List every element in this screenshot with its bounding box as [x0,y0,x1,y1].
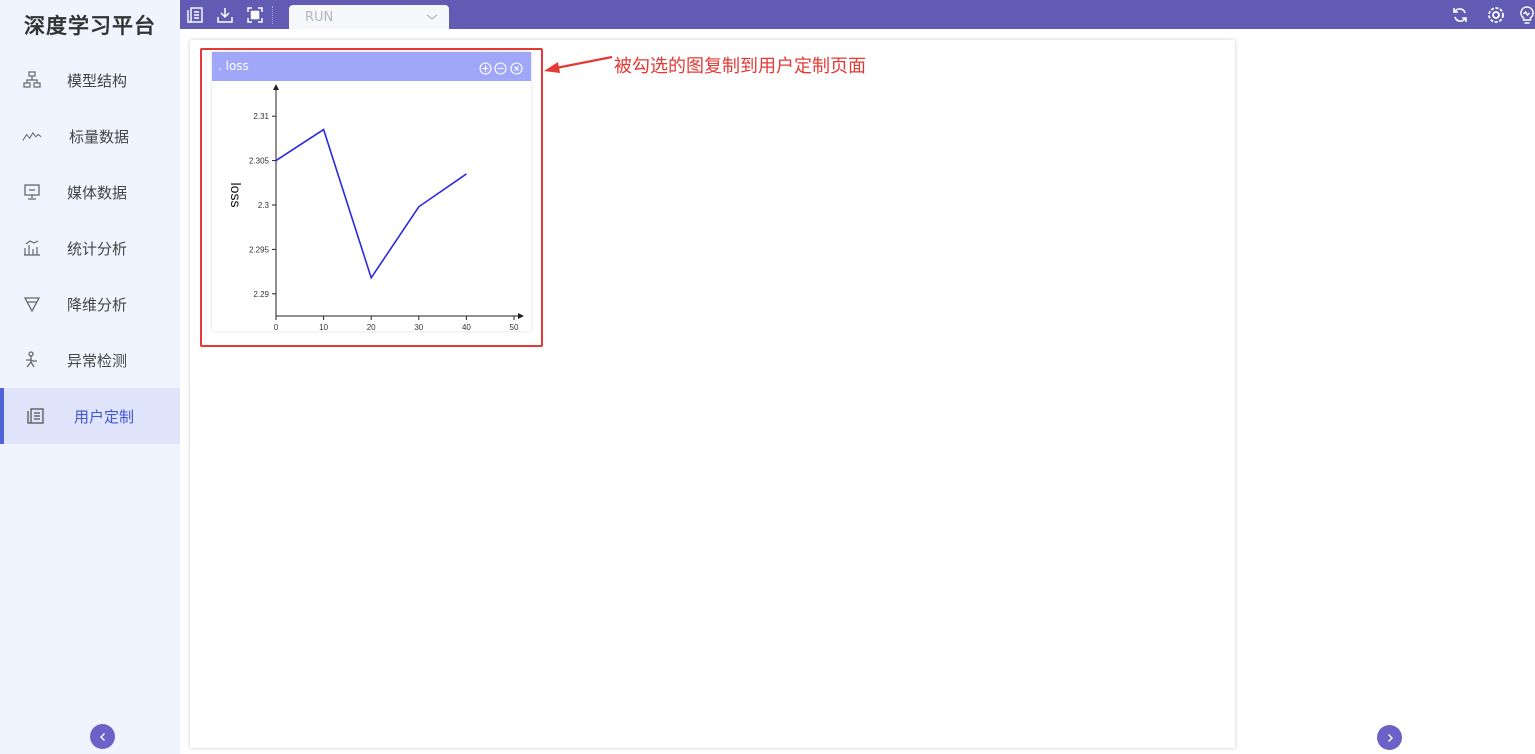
sidebar: 深度学习平台 模型结构 标量数据 媒体数据 统计分析 降维分析 异常检测 用户定… [0,0,180,754]
bar-stats-icon [22,238,42,258]
model-structure-icon [22,70,42,90]
sidebar-item-user-custom[interactable]: 用户定制 [0,388,180,444]
sidebar-item-label: 异常检测 [67,351,128,370]
sidebar-item-label: 用户定制 [74,407,135,426]
sidebar-item-media-data[interactable]: 媒体数据 [0,164,180,220]
highlight-box [200,48,543,347]
sidebar-item-label: 模型结构 [67,71,128,90]
sidebar-item-dim-reduction[interactable]: 降维分析 [0,276,180,332]
custom-board-icon[interactable] [185,5,205,25]
run-selector-value: RUN [305,10,334,25]
collapse-sidebar-button[interactable] [90,724,115,749]
sidebar-item-label: 标量数据 [69,127,130,146]
annotation-text: 被勾选的图复制到用户定制页面 [614,56,866,77]
sidebar-item-model-structure[interactable]: 模型结构 [0,52,180,108]
chevron-down-icon [426,7,438,26]
sidebar-item-anomaly-detection[interactable]: 异常检测 [0,332,180,388]
chevron-left-icon [99,732,105,741]
sidebar-item-statistics[interactable]: 统计分析 [0,220,180,276]
toolbar-divider [272,6,273,24]
chevron-right-icon [1387,733,1393,742]
scalar-line-icon [22,126,42,146]
run-selector[interactable]: RUN [289,5,449,29]
app-title: 深度学习平台 [24,14,156,38]
settings-icon[interactable] [1486,5,1506,25]
top-toolbar: RUN [180,0,1535,29]
sidebar-item-label: 媒体数据 [67,183,128,202]
annotation-arrow [544,55,613,73]
monitor-icon [22,182,42,202]
fullscreen-icon[interactable] [245,5,265,25]
custom-board-icon [26,406,46,426]
bulb-icon[interactable] [1517,5,1535,25]
sidebar-item-scalar-data[interactable]: 标量数据 [0,108,180,164]
sidebar-item-label: 降维分析 [67,295,128,314]
refresh-icon[interactable] [1450,5,1470,25]
download-icon[interactable] [215,5,235,25]
person-run-icon [22,350,42,370]
funnel-icon [22,294,42,314]
sidebar-item-label: 统计分析 [67,239,128,258]
next-page-button[interactable] [1377,725,1402,750]
